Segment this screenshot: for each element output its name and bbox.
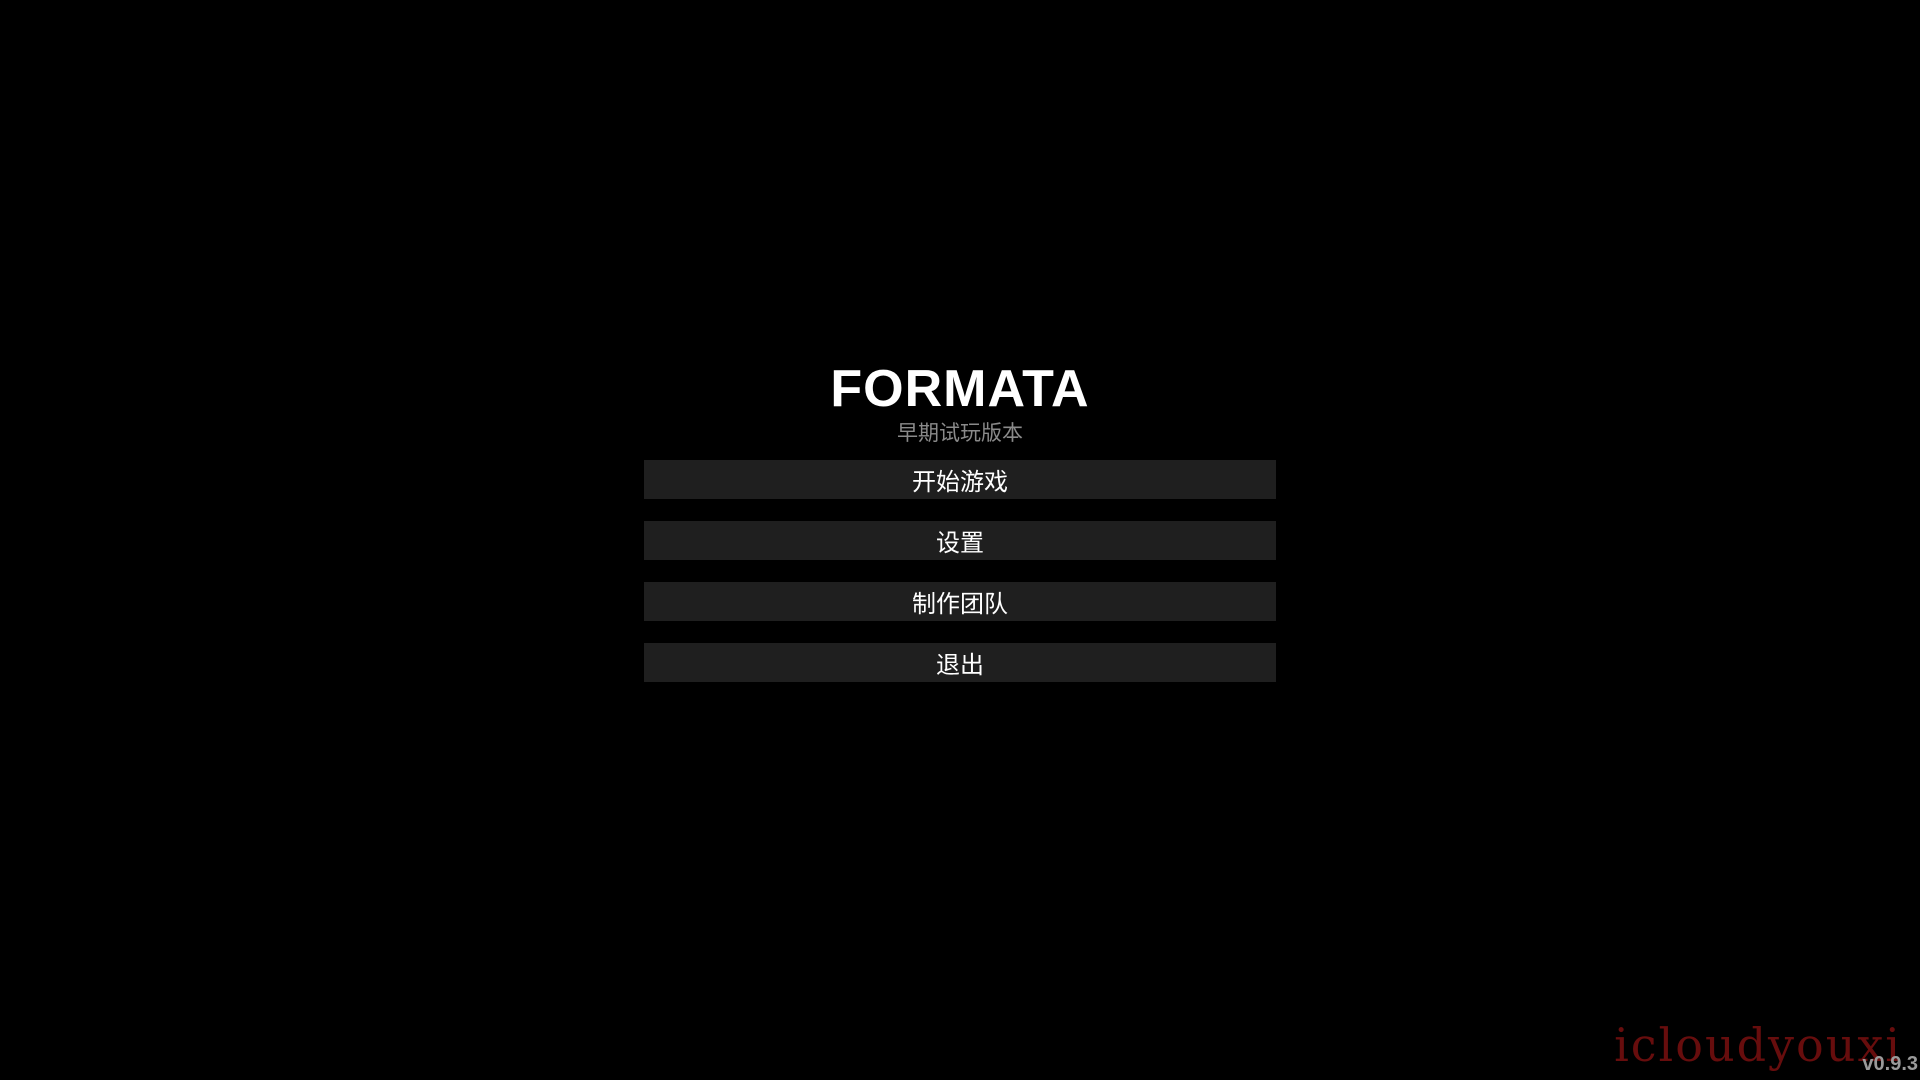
start-game-button[interactable]: 开始游戏 <box>644 460 1276 499</box>
main-menu: 开始游戏 设置 制作团队 退出 <box>644 460 1276 704</box>
credits-button[interactable]: 制作团队 <box>644 582 1276 621</box>
game-subtitle: 早期试玩版本 <box>897 421 1023 445</box>
watermark-text: icloudyouxi <box>1614 1018 1902 1072</box>
version-label: v0.9.3 <box>1862 1053 1918 1075</box>
settings-button[interactable]: 设置 <box>644 521 1276 560</box>
quit-button[interactable]: 退出 <box>644 643 1276 682</box>
game-title: FORMATA <box>830 360 1090 418</box>
